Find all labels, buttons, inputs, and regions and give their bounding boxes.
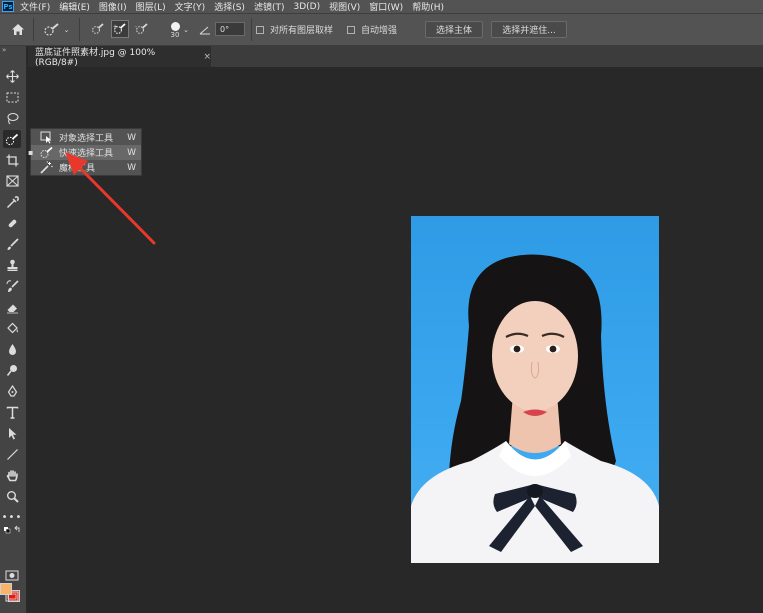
selected-bullet-icon: ▪	[28, 148, 34, 157]
flyout-magic-wand-label: 魔棒工具	[59, 164, 96, 174]
home-icon[interactable]	[8, 14, 28, 45]
object-select-icon	[40, 131, 53, 144]
menu-bar: Ps 文件(F) 编辑(E) 图像(I) 图层(L) 文字(Y) 选择(S) 滤…	[0, 0, 763, 13]
frame-icon[interactable]	[3, 172, 21, 190]
document-tab-title: 蓝底证件照素材.jpg @ 100%(RGB/8#)	[35, 48, 156, 68]
eraser-icon[interactable]	[3, 298, 21, 316]
brush-size-value: 30	[170, 31, 180, 39]
blur-icon[interactable]	[3, 340, 21, 358]
paint-bucket-icon[interactable]	[3, 319, 21, 337]
menu-layer[interactable]: 图层(L)	[136, 0, 166, 13]
eyedropper-icon[interactable]	[3, 193, 21, 211]
path-select-icon[interactable]	[3, 424, 21, 442]
default-colors-icon[interactable]	[3, 524, 21, 536]
document-tab[interactable]: 蓝底证件照素材.jpg @ 100%(RGB/8#) ×	[28, 46, 211, 68]
flyout-magic-wand[interactable]: 魔棒工具 W	[31, 160, 141, 175]
angle-icon	[197, 14, 213, 45]
brush-subtract-icon: -	[135, 23, 148, 34]
flyout-quick-select[interactable]: ▪ 快速选择工具 W	[28, 145, 141, 160]
menu-window[interactable]: 窗口(W)	[369, 0, 403, 13]
add-to-selection-brush-button[interactable]: +	[111, 20, 129, 38]
new-selection-brush-button[interactable]	[89, 20, 107, 38]
magic-wand-icon	[40, 161, 53, 174]
quick-mask-icon[interactable]	[3, 566, 21, 584]
selection-tools-flyout: 对象选择工具 W ▪ 快速选择工具 W 魔棒工具 W	[28, 128, 142, 176]
menu-filter[interactable]: 滤镜(T)	[254, 0, 285, 13]
select-subject-button[interactable]: 选择主体	[425, 21, 483, 38]
subtract-from-selection-brush-button[interactable]: -	[133, 20, 151, 38]
angle-input[interactable]: 0°	[215, 22, 245, 36]
sample-all-layers-checkbox[interactable]	[256, 25, 264, 34]
quick-select-icon	[40, 146, 53, 159]
sample-all-layers-option[interactable]: 对所有图层取样	[256, 14, 342, 45]
menu-select[interactable]: 选择(S)	[214, 0, 245, 13]
flyout-object-select-shortcut: W	[127, 132, 136, 143]
flyout-object-select-label: 对象选择工具	[59, 134, 114, 144]
brush-new-icon	[92, 23, 104, 34]
brush-dot-icon	[170, 22, 180, 31]
pen-icon[interactable]	[3, 382, 21, 400]
brush-add-icon: +	[113, 23, 126, 34]
svg-text:-: -	[135, 24, 137, 30]
auto-enhance-option[interactable]: 自动增强	[347, 14, 405, 45]
menu-help[interactable]: 帮助(H)	[412, 0, 444, 13]
hand-icon[interactable]	[3, 466, 21, 484]
crop-icon[interactable]	[3, 151, 21, 169]
menu-type[interactable]: 文字(Y)	[175, 0, 206, 13]
close-icon[interactable]: ×	[203, 52, 211, 62]
select-and-mask-button[interactable]: 选择并遮住...	[491, 21, 567, 38]
chevron-down-icon[interactable]: ⌄	[181, 14, 191, 45]
portrait-image	[411, 254, 659, 563]
quick-select-preset-icon	[43, 22, 59, 36]
flyout-magic-wand-shortcut: W	[127, 162, 136, 173]
auto-enhance-checkbox[interactable]	[347, 25, 355, 34]
menu-image[interactable]: 图像(I)	[99, 0, 127, 13]
svg-text:+: +	[113, 24, 117, 30]
flyout-object-select[interactable]: 对象选择工具 W	[31, 130, 141, 145]
document-tab-bar: 蓝底证件照素材.jpg @ 100%(RGB/8#) ×	[28, 46, 763, 68]
options-bar: ⌄ + - 30 ⌄ 0° 对所有图层取样 自动增强 选择主体 选择并遮住...	[0, 13, 763, 46]
quick-select-icon[interactable]	[3, 130, 21, 148]
type-icon[interactable]	[3, 403, 21, 421]
brush-icon[interactable]	[3, 235, 21, 253]
tool-preset-picker[interactable]: ⌄	[40, 14, 72, 45]
chevron-down-icon: ⌄	[63, 25, 70, 34]
marquee-icon[interactable]	[3, 88, 21, 106]
canvas-photo[interactable]	[411, 216, 659, 563]
sample-all-layers-label: 对所有图层取样	[270, 26, 334, 36]
menu-file[interactable]: 文件(F)	[20, 0, 50, 13]
menu-edit[interactable]: 编辑(E)	[59, 0, 90, 13]
foreground-color-swatch[interactable]	[0, 583, 12, 595]
photoshop-logo: Ps	[2, 1, 14, 12]
panel-collapse-icon[interactable]: »	[2, 46, 6, 54]
auto-enhance-label: 自动增强	[361, 26, 398, 36]
flyout-quick-select-shortcut: W	[127, 147, 136, 158]
flyout-quick-select-label: 快速选择工具	[59, 149, 114, 159]
healing-brush-icon[interactable]	[3, 214, 21, 232]
tools-panel: » •••	[0, 46, 27, 613]
move-icon[interactable]	[3, 67, 21, 85]
history-brush-icon[interactable]	[3, 277, 21, 295]
menu-3d[interactable]: 3D(D)	[293, 2, 320, 12]
clone-stamp-icon[interactable]	[3, 256, 21, 274]
dodge-icon[interactable]	[3, 361, 21, 379]
menu-view[interactable]: 视图(V)	[329, 0, 360, 13]
zoom-icon[interactable]	[3, 487, 21, 505]
lasso-icon[interactable]	[3, 109, 21, 127]
line-icon[interactable]	[3, 445, 21, 463]
